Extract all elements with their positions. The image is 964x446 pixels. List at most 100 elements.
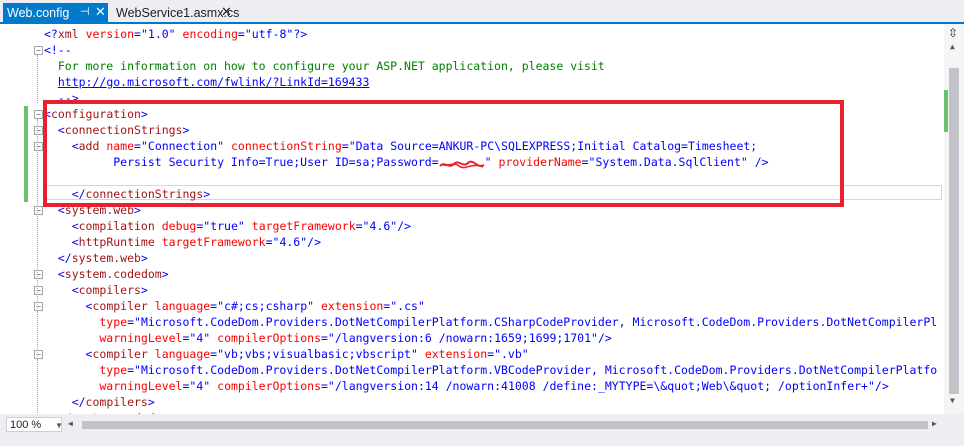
code-token: < xyxy=(44,283,79,297)
code-line[interactable]: <compilers> xyxy=(44,282,148,298)
code-token: </ xyxy=(44,395,86,409)
code-token: =" xyxy=(127,363,141,377)
code-line[interactable]: <?xml version="1.0" encoding="utf-8"?> xyxy=(44,26,307,42)
scrollbar-corner xyxy=(944,417,964,432)
code-token: =" xyxy=(321,379,335,393)
pin-icon[interactable]: ⊣ xyxy=(80,5,90,18)
code-token: " xyxy=(203,331,218,345)
code-token: < xyxy=(44,267,65,281)
code-token: system.codedom xyxy=(64,267,162,281)
editor-bottom-bar: 100 % ▼ ◀ ▶ xyxy=(0,414,964,446)
code-line[interactable]: </system.web> xyxy=(44,250,148,266)
code-line[interactable]: For more information on how to configure… xyxy=(44,58,605,74)
code-token: =" xyxy=(210,347,225,361)
code-token: Microsoft.CodeDom.Providers.DotNetCompil… xyxy=(140,363,938,377)
code-token: =" xyxy=(355,219,370,233)
scroll-left-arrow-icon[interactable]: ◀ xyxy=(68,419,73,428)
close-icon[interactable]: ✕ xyxy=(95,4,106,20)
code-line[interactable]: http://go.microsoft.com/fwlink/?LinkId=1… xyxy=(44,74,370,90)
code-line[interactable]: </compilers> xyxy=(44,394,155,410)
code-line[interactable]: warningLevel="4" compilerOptions="/langv… xyxy=(44,378,888,394)
code-token: > xyxy=(140,251,148,265)
code-token: " xyxy=(521,347,529,361)
code-token: > xyxy=(140,283,148,297)
scroll-down-arrow-icon[interactable]: ▼ xyxy=(950,396,955,405)
code-token: =" xyxy=(487,347,501,361)
code-token: =" xyxy=(383,299,398,313)
code-token: =" xyxy=(127,315,141,329)
code-token: compiler xyxy=(92,347,155,361)
code-token: /langversion:6 /nowarn:1659;1699;1701 xyxy=(334,331,592,345)
horizontal-scrollbar[interactable]: ◀ ▶ xyxy=(66,417,942,432)
code-token: .vb xyxy=(501,347,522,361)
code-token: system.web xyxy=(71,251,141,265)
code-token: For more information on how to configure… xyxy=(44,59,605,73)
changed-lines-marker xyxy=(24,106,28,202)
code-line[interactable]: <system.codedom> xyxy=(44,266,169,282)
code-line[interactable]: <httpRuntime targetFramework="4.6"/> xyxy=(44,234,321,250)
code-editor[interactable]: <?xml version="1.0" encoding="utf-8"?> <!… xyxy=(0,24,944,414)
code-line[interactable]: <compiler language="vb;vbs;visualbasic;v… xyxy=(44,346,529,362)
code-token: type xyxy=(44,315,128,329)
code-token: compilers xyxy=(78,283,141,297)
collapse-toggle-icon[interactable]: − xyxy=(34,46,43,55)
code-token: =" xyxy=(321,331,335,345)
code-token: " xyxy=(410,347,425,361)
fold-guide-line xyxy=(37,311,39,343)
zoom-value: 100 % xyxy=(10,419,42,431)
code-token: warningLevel xyxy=(44,331,183,345)
code-token: language xyxy=(154,299,211,313)
code-token: <!-- xyxy=(44,43,72,57)
code-token: httpRuntime xyxy=(78,235,162,249)
code-token: =" xyxy=(182,379,197,393)
code-line[interactable]: type="Microsoft.CodeDom.Providers.DotNet… xyxy=(44,362,937,378)
tab-web-config[interactable]: Web.config ⊣ ✕ xyxy=(3,3,108,22)
code-token: language xyxy=(154,347,211,361)
close-icon[interactable]: ✕ xyxy=(221,4,232,20)
code-token: debug xyxy=(161,219,197,233)
vertical-scroll-thumb[interactable] xyxy=(949,68,959,394)
code-token: " xyxy=(237,219,252,233)
code-token: /langversion:14 /nowarn:41008 /define:_M… xyxy=(334,379,868,393)
code-token: "?> xyxy=(286,27,308,41)
code-line[interactable]: <compiler language="c#;cs;csharp" extens… xyxy=(44,298,425,314)
chevron-down-icon[interactable]: ▼ xyxy=(55,418,63,433)
code-token: < xyxy=(44,219,79,233)
code-token: "/> xyxy=(390,219,412,233)
code-token: < xyxy=(44,347,93,361)
code-token: compiler xyxy=(92,299,155,313)
code-token: targetFramework xyxy=(161,235,266,249)
code-token: =" xyxy=(237,27,252,41)
scroll-up-arrow-icon[interactable]: ▲ xyxy=(950,42,955,51)
code-line[interactable]: type="Microsoft.CodeDom.Providers.DotNet… xyxy=(44,314,937,330)
red-highlight-box xyxy=(43,100,844,207)
code-token: extension xyxy=(424,347,488,361)
zoom-dropdown[interactable]: 100 % ▼ xyxy=(6,417,63,433)
code-token: 4.6 xyxy=(279,235,301,249)
split-editor-icon[interactable]: ⇳ xyxy=(948,26,958,40)
code-token: vb;vbs;visualbasic;vbscript xyxy=(224,347,411,361)
code-token: compilers xyxy=(85,395,148,409)
code-token: <? xyxy=(44,27,58,41)
code-token: c#;cs;csharp xyxy=(224,299,308,313)
code-token: compilation xyxy=(78,219,162,233)
code-token: =" xyxy=(210,299,225,313)
code-token: =" xyxy=(134,27,148,41)
code-line[interactable]: <!-- xyxy=(44,42,72,58)
code-token: compilerOptions xyxy=(217,379,321,393)
code-token: .cs xyxy=(397,299,418,313)
code-token: encoding xyxy=(182,27,238,41)
tab-webservice1-asmx-cs[interactable]: WebService1.asmx.cs ✕ xyxy=(110,3,239,22)
code-token: "/> xyxy=(591,331,612,345)
scroll-right-arrow-icon[interactable]: ▶ xyxy=(932,419,937,428)
code-token: type xyxy=(44,363,128,377)
code-line[interactable]: warningLevel="4" compilerOptions="/langv… xyxy=(44,330,612,346)
code-token: =" xyxy=(196,219,211,233)
vertical-scrollbar[interactable]: ⇳ ▲ ▼ xyxy=(944,24,964,414)
collapse-toggle-icon[interactable]: − xyxy=(34,110,43,119)
code-line[interactable]: <compilation debug="true" targetFramewor… xyxy=(44,218,411,234)
code-token: xml xyxy=(57,27,86,41)
code-token: 1.0 xyxy=(147,27,169,41)
code-token: version xyxy=(85,27,135,41)
horizontal-scroll-thumb[interactable] xyxy=(82,421,928,429)
